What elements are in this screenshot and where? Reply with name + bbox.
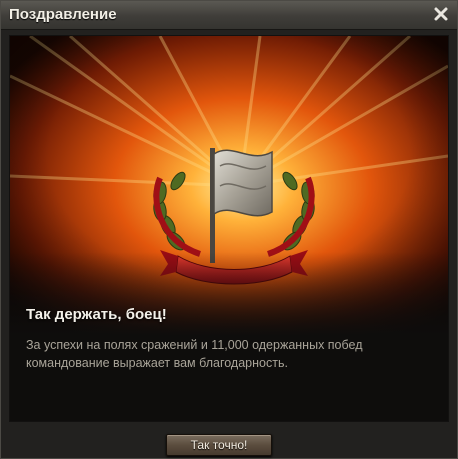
award-banner — [10, 36, 448, 336]
close-icon — [434, 7, 448, 21]
close-button[interactable] — [431, 4, 451, 24]
award-heading: Так держать, боец! — [26, 306, 167, 323]
confirm-button[interactable]: Так точно! — [166, 434, 272, 456]
dialog-title: Поздравление — [9, 6, 117, 23]
title-bar: Поздравление — [1, 1, 457, 30]
award-message: За успехи на полях сражений и 11,000 оде… — [26, 338, 363, 370]
congratulation-dialog: Поздравление Так держать, боец! За успех… — [0, 0, 458, 459]
dialog-footer: Так точно! — [1, 424, 457, 458]
dialog-content: Так держать, боец! За успехи на полях ср… — [9, 35, 449, 422]
